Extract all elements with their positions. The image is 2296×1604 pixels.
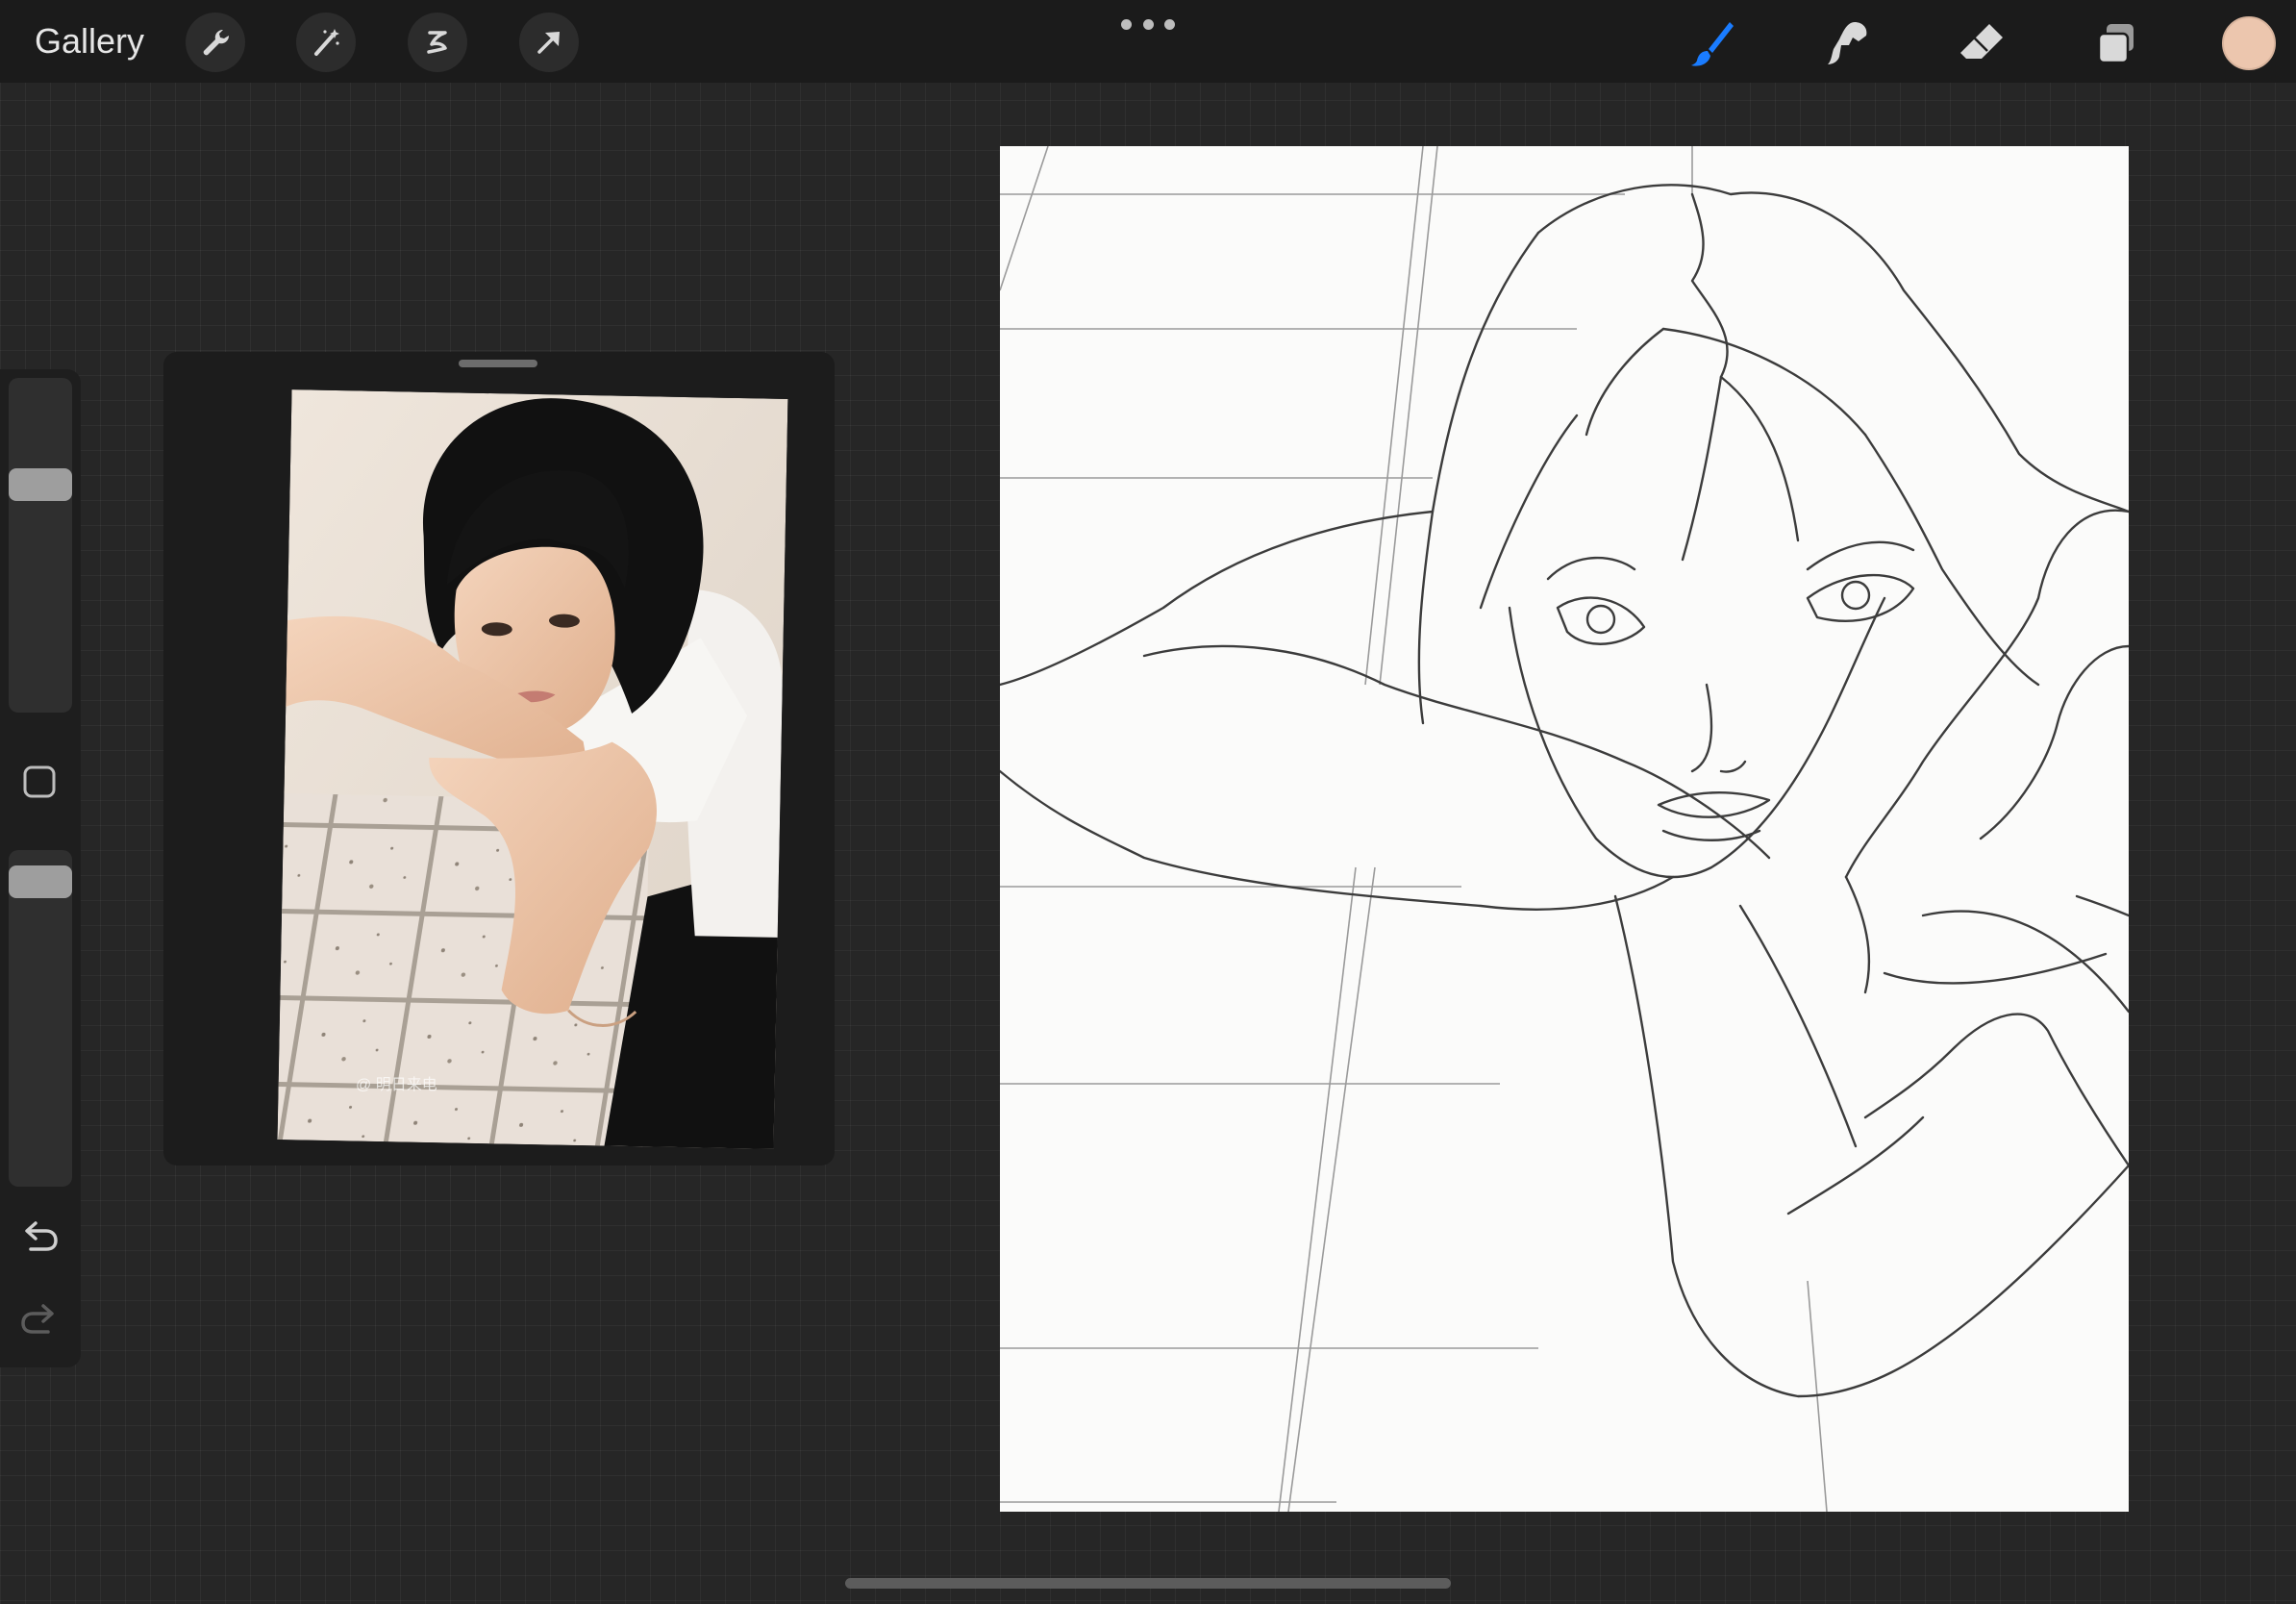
home-indicator[interactable] [845,1578,1451,1589]
redo-button[interactable] [17,1298,62,1342]
gallery-button[interactable]: Gallery [35,19,144,63]
dot-icon [1142,18,1154,30]
reference-watermark: @ 明日来电 [356,1077,437,1093]
opacity-slider[interactable] [9,850,72,1187]
eraser-tool-button[interactable] [1952,13,2011,73]
magic-wand-icon [314,29,339,56]
more-options-button[interactable] [1121,15,1175,33]
figure-lines [1000,184,2129,1398]
reference-photo-image [277,389,788,1149]
tile-guide-lines [1000,146,1828,1512]
brush-icon [1691,22,1734,66]
brush-size-slider[interactable] [9,378,72,713]
sketch-artwork [1000,146,2129,1512]
brush-tool-button[interactable] [1683,13,1742,73]
reference-panel[interactable]: @ 明日来电 [163,352,835,1165]
dot-icon [1164,18,1175,30]
wrench-icon [203,29,230,56]
color-picker-button[interactable] [2222,16,2276,70]
layers-button[interactable] [2086,13,2146,73]
undo-button[interactable] [17,1216,62,1260]
square-icon [23,765,56,798]
adjustments-button[interactable] [296,13,356,72]
drawing-canvas[interactable] [1000,146,2129,1512]
smudge-tool-button[interactable] [1817,13,1877,73]
redo-icon [21,1304,54,1334]
selection-icon [427,31,447,54]
reference-photo[interactable] [277,389,788,1149]
actions-button[interactable] [186,13,245,72]
layers-icon [2097,24,2134,64]
brush-size-thumb[interactable] [9,468,72,501]
reference-drag-handle[interactable] [459,360,537,367]
transform-arrow-icon [537,32,560,54]
modify-button[interactable] [20,763,59,801]
opacity-thumb[interactable] [9,865,72,898]
eraser-icon [1960,24,2003,59]
dot-icon [1121,18,1132,30]
selection-button[interactable] [408,13,467,72]
undo-icon [25,1221,58,1251]
smudge-icon [1828,22,1867,64]
transform-button[interactable] [519,13,579,72]
left-sidebar [0,369,81,1367]
top-toolbar: Gallery [0,0,2296,83]
